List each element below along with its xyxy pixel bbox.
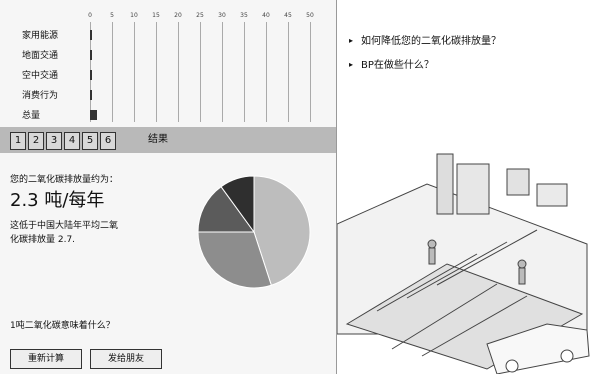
emission-label: 您的二氧化碳排放量约为： bbox=[10, 175, 119, 185]
gridline bbox=[156, 22, 157, 122]
house-illustration bbox=[337, 153, 590, 374]
axis-tick: 5 bbox=[110, 12, 114, 19]
send-to-friend-button[interactable]: 发给朋友 bbox=[90, 349, 162, 369]
gridline bbox=[200, 22, 201, 122]
step-1-button[interactable]: 1 bbox=[10, 132, 26, 150]
step-3-button[interactable]: 3 bbox=[46, 132, 62, 150]
axis-tick: 15 bbox=[152, 12, 160, 19]
axis-tick: 45 bbox=[284, 12, 292, 19]
question-bp-actions[interactable]: BP在做些什么？ bbox=[361, 56, 434, 71]
gridline bbox=[222, 22, 223, 122]
axis-tick: 0 bbox=[88, 12, 92, 19]
step-5-button[interactable]: 5 bbox=[82, 132, 98, 150]
bullet-icon-1: ▸ bbox=[349, 36, 354, 45]
gridline bbox=[310, 22, 311, 122]
category-label-home-energy: 家用能源 bbox=[22, 31, 59, 41]
bar-total bbox=[90, 110, 97, 120]
axis-tick: 10 bbox=[130, 12, 138, 19]
bar-air-transport bbox=[90, 70, 92, 80]
recalculate-button[interactable]: 重新计算 bbox=[10, 349, 82, 369]
category-label-ground-transport: 地面交通 bbox=[22, 51, 59, 61]
category-label-total: 总量 bbox=[22, 111, 41, 121]
question-left[interactable]: 1吨二氧化碳意味着什么？ bbox=[10, 318, 115, 331]
info-panel: ▸ 如何降低您的二氧化碳排放量？ ▸ BP在做些什么？ bbox=[336, 0, 597, 374]
step-6-button[interactable]: 6 bbox=[100, 132, 116, 150]
emission-pie-chart bbox=[197, 175, 311, 289]
emission-bar-chart: 0 5 10 15 20 25 30 35 40 45 50 家用能源 地面交通… bbox=[0, 0, 336, 124]
axis-tick: 50 bbox=[306, 12, 314, 19]
bar-consumption bbox=[90, 90, 92, 100]
gridline bbox=[134, 22, 135, 122]
axis-tick: 30 bbox=[218, 12, 226, 19]
question-reduce-emissions[interactable]: 如何降低您的二氧化碳排放量？ bbox=[361, 32, 501, 47]
axis-tick: 25 bbox=[196, 12, 204, 19]
comparison-line-2: 化碳排放量 2.7. bbox=[10, 235, 76, 245]
comparison-line-1: 这低于中国大陆年平均二氧 bbox=[10, 221, 119, 231]
gridline bbox=[288, 22, 289, 122]
axis-tick: 40 bbox=[262, 12, 270, 19]
gridline bbox=[244, 22, 245, 122]
step-4-button[interactable]: 4 bbox=[64, 132, 80, 150]
bar-home-energy bbox=[90, 30, 92, 40]
bar-ground-transport bbox=[90, 50, 92, 60]
axis-tick: 20 bbox=[174, 12, 182, 19]
emission-value: 2.3 吨/每年 bbox=[10, 190, 105, 211]
category-label-consumption: 消费行为 bbox=[22, 91, 59, 101]
step-navigation: 1 2 3 4 5 6 结果 bbox=[0, 127, 336, 153]
gridline bbox=[178, 22, 179, 122]
result-step-label: 结果 bbox=[148, 134, 168, 145]
step-2-button[interactable]: 2 bbox=[28, 132, 44, 150]
calculator-panel: 0 5 10 15 20 25 30 35 40 45 50 家用能源 地面交通… bbox=[0, 0, 336, 374]
gridline bbox=[112, 22, 113, 122]
bullet-icon-2: ▸ bbox=[349, 60, 354, 69]
category-label-air-transport: 空中交通 bbox=[22, 71, 59, 81]
gridline bbox=[266, 22, 267, 122]
axis-tick: 35 bbox=[240, 12, 248, 19]
